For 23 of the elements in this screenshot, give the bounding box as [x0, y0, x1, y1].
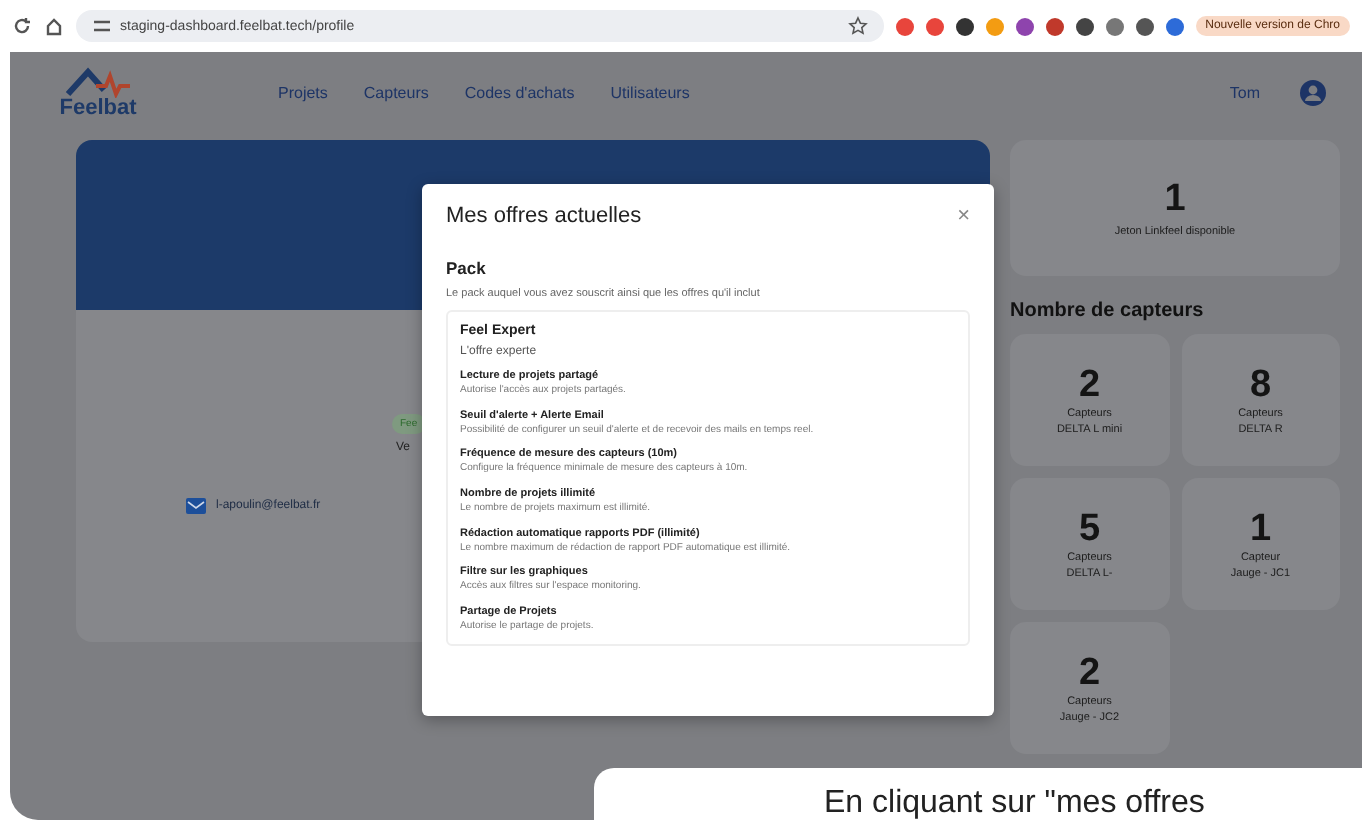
- sensor-count: 8: [1249, 365, 1272, 403]
- site-settings-icon[interactable]: [92, 16, 112, 36]
- nav-link[interactable]: Projets: [278, 83, 328, 101]
- user-avatar-icon[interactable]: [1300, 79, 1326, 105]
- token-count: 1: [1164, 179, 1186, 217]
- nav-link[interactable]: Codes d'achats: [464, 83, 575, 101]
- nav-link[interactable]: Utilisateurs: [610, 83, 690, 101]
- logo-icon: [64, 65, 132, 97]
- logo-text: Feelbat: [59, 97, 137, 119]
- sensor-count: 2: [1078, 653, 1101, 691]
- nav-link[interactable]: Capteurs: [363, 83, 429, 101]
- sensor-count: 5: [1078, 509, 1101, 547]
- reload-icon[interactable]: [12, 16, 32, 36]
- section-title: Pack: [446, 258, 488, 278]
- sensor-count: 1: [1249, 509, 1272, 547]
- mail-icon: [186, 498, 206, 514]
- dialog-title: Mes offres actuelles: [446, 204, 642, 228]
- section-title: Nombre de capteurs: [1010, 300, 1206, 322]
- home-icon[interactable]: [44, 16, 64, 36]
- user-name[interactable]: Tom: [1229, 83, 1260, 101]
- sensor-count: 2: [1078, 365, 1101, 403]
- bookmark-star-icon[interactable]: [847, 16, 868, 36]
- close-button[interactable]: ×: [957, 204, 970, 228]
